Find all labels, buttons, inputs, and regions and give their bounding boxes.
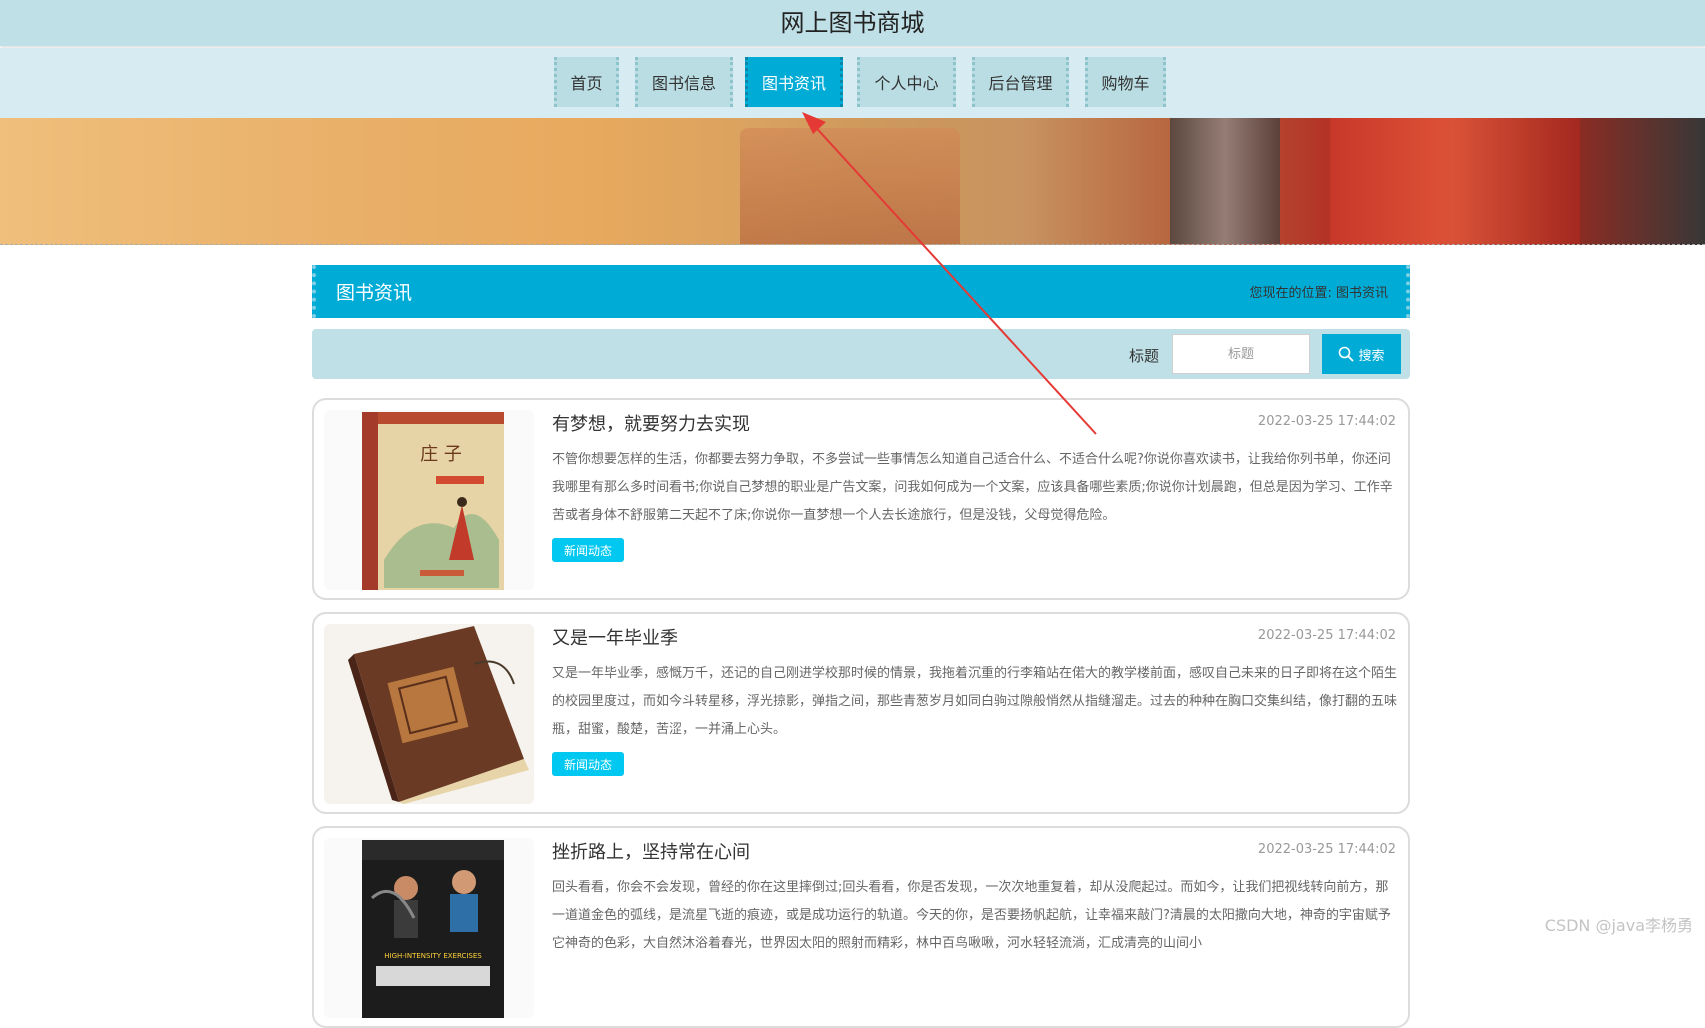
watermark: CSDN @java李杨勇 [1544,916,1693,935]
nav-item-admin[interactable]: 后台管理 [972,57,1069,107]
nav-item-label: 后台管理 [988,74,1053,93]
nav-item-personal-center[interactable]: 个人中心 [857,57,956,107]
article-title[interactable]: 挫折路上，坚持常在心间 [552,838,750,864]
nav-item-cart[interactable]: 购物车 [1085,57,1166,107]
breadcrumb-current[interactable]: 图书资讯 [1336,286,1388,301]
article-thumbnail[interactable]: HIGH-INTENSITY EXERCISES [324,838,534,1018]
fitness-book-cover-image: HIGH-INTENSITY EXERCISES [324,838,534,1018]
article-card[interactable]: 又是一年毕业季 2022-03-25 17:44:02 又是一年毕业季，感慨万千… [312,612,1410,814]
banner-book-shape [740,128,960,244]
article-summary: 不管你想要怎样的生活，你都要去努力争取，不多尝试一些事情怎么知道自己适合什么、不… [552,452,1393,523]
nav-item-label: 首页 [570,74,603,93]
breadcrumb: 您现在的位置: 图书资讯 [1249,282,1388,301]
article-card[interactable]: HIGH-INTENSITY EXERCISES 挫折路上，坚持常在心间 202… [312,826,1410,1028]
nav-item-label: 个人中心 [874,74,939,93]
banner-book-shape [1580,118,1705,244]
search-button-label: 搜索 [1358,348,1385,364]
article-title[interactable]: 又是一年毕业季 [552,624,678,650]
nav-item-book-info[interactable]: 图书信息 [635,57,733,107]
article-tag[interactable]: 新闻动态 [552,752,624,776]
article-summary: 又是一年毕业季，感慨万千，还记的自己刚进学校那时候的情景，我拖着沉重的行李箱站在… [552,666,1398,737]
title-bar: 网上图书商城 [0,0,1705,46]
article-card[interactable]: 庄 子 有梦想，就要努力去实现 2022-03-25 17:44:02 不管你想… [312,398,1410,600]
book-cover-image: 庄 子 [324,410,534,590]
leather-book-image [324,624,534,804]
section-header: 图书资讯 您现在的位置: 图书资讯 [312,265,1410,318]
search-bar: 标题 搜索 [312,329,1410,379]
nav-item-label: 购物车 [1101,74,1150,93]
article-date: 2022-03-25 17:44:02 [1257,842,1396,857]
article-thumbnail[interactable]: 庄 子 [324,410,534,590]
search-label: 标题 [1129,347,1160,365]
nav-item-book-news[interactable]: 图书资讯 [745,57,843,107]
banner-book-shape [1170,118,1280,244]
article-tag[interactable]: 新闻动态 [552,538,624,562]
article-title[interactable]: 有梦想，就要努力去实现 [552,410,750,436]
search-icon [1339,346,1354,362]
hero-banner [0,118,1705,245]
main-nav: 首页 图书信息 图书资讯 个人中心 后台管理 购物车 [0,48,1705,118]
section-title: 图书资讯 [336,282,413,304]
search-button[interactable]: 搜索 [1322,334,1401,374]
nav-item-home[interactable]: 首页 [554,57,619,107]
breadcrumb-prefix: 您现在的位置: [1249,286,1332,301]
search-input[interactable] [1172,334,1310,374]
cover-title: HIGH-INTENSITY EXERCISES [384,952,482,960]
article-date: 2022-03-25 17:44:02 [1257,628,1396,643]
cover-title: 庄 子 [420,444,462,465]
site-title: 网上图书商城 [780,9,925,37]
article-summary: 回头看看，你会不会发现，曾经的你在这里摔倒过;回头看看，你是否发现，一次次地重复… [552,880,1391,951]
article-date: 2022-03-25 17:44:02 [1257,414,1396,429]
banner-book-shape [1330,118,1580,244]
article-thumbnail[interactable] [324,624,534,804]
nav-item-label: 图书资讯 [761,74,826,93]
nav-item-label: 图书信息 [651,74,716,93]
